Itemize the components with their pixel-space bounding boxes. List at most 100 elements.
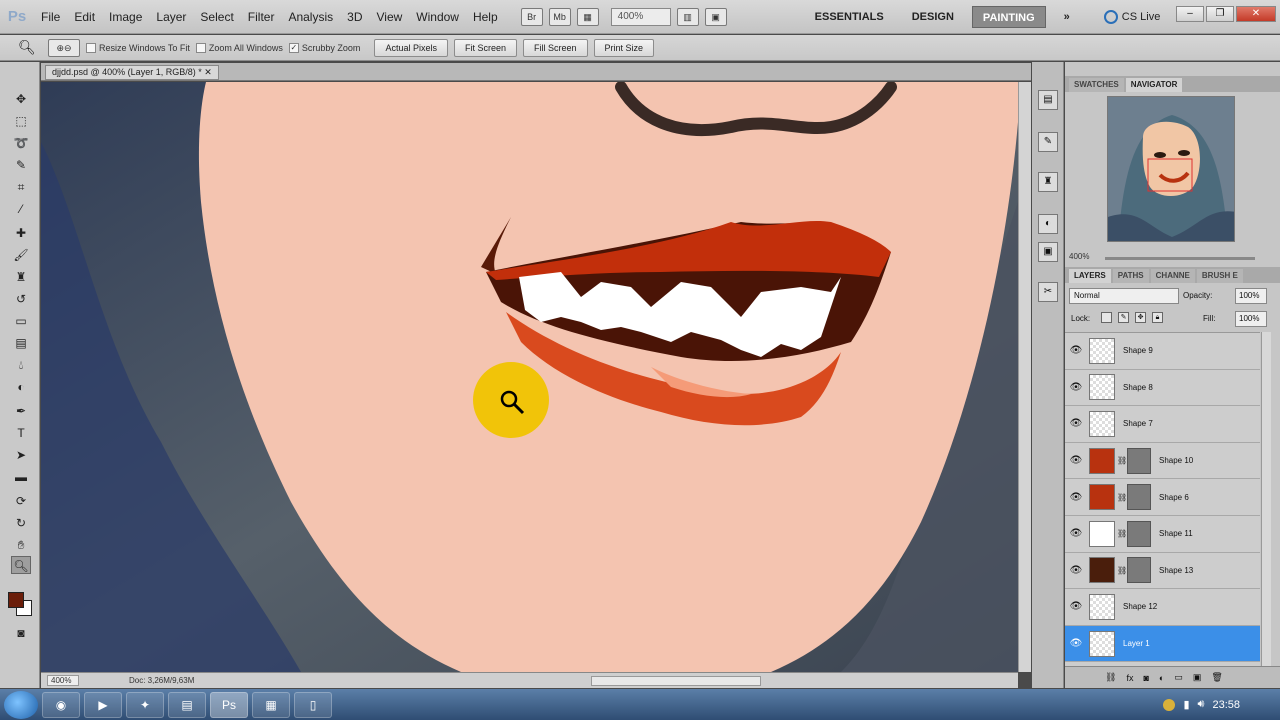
3d-orbit-tool-icon[interactable]: ↻ [11, 514, 31, 532]
brush-tool-icon[interactable]: 🖌︎ [11, 246, 31, 264]
fit-screen-button[interactable]: Fit Screen [453, 38, 517, 57]
mask-link-icon[interactable]: ⛓ [1117, 493, 1127, 502]
path-selection-tool-icon[interactable]: ➤ [11, 446, 31, 464]
view-extras-icon[interactable]: ▦ [576, 7, 599, 26]
zoom-all-checkbox[interactable]: Zoom All Windows [195, 42, 283, 53]
layer-row[interactable]: 👁︎ ⛓ Shape 10 [1065, 443, 1260, 480]
3d-rotate-tool-icon[interactable]: ⟳ [11, 492, 31, 510]
horizontal-scrollbar[interactable] [591, 676, 761, 686]
menu-help[interactable]: Help [466, 10, 505, 24]
layer-row[interactable]: 👁︎ Shape 9 [1065, 333, 1260, 370]
zoom-tool-icon[interactable]: 🔍︎ [11, 556, 31, 574]
start-button[interactable] [4, 690, 38, 719]
folder-taskbar-icon[interactable]: ▤ [168, 691, 206, 718]
taskbar-clock[interactable]: 23:58 [1212, 699, 1240, 711]
layer-row[interactable]: 👁︎ ⛓ Shape 13 [1065, 553, 1260, 590]
resize-windows-checkbox[interactable]: Resize Windows To Fit [86, 42, 190, 53]
vector-mask-thumbnail[interactable] [1127, 484, 1151, 511]
menu-3d[interactable]: 3D [340, 10, 369, 24]
tab-paths[interactable]: PATHS [1112, 269, 1149, 283]
visibility-eye-icon[interactable]: 👁︎ [1065, 418, 1087, 429]
clone-stamp-tool-icon[interactable]: ♜ [11, 268, 31, 286]
visibility-eye-icon[interactable]: 👁︎ [1065, 455, 1087, 466]
video-taskbar-icon[interactable]: ▦ [252, 691, 290, 718]
fill-screen-button[interactable]: Fill Screen [522, 38, 588, 57]
visibility-eye-icon[interactable]: 👁︎ [1065, 638, 1087, 649]
workspace-essentials[interactable]: ESSENTIALS [805, 6, 894, 28]
layer-style-icon[interactable]: fx [1126, 673, 1133, 683]
visibility-eye-icon[interactable]: 👁︎ [1065, 565, 1087, 576]
tool-presets-icon[interactable]: ✂ [1038, 282, 1058, 302]
network-icon[interactable]: ▮ [1183, 698, 1189, 711]
vector-mask-thumbnail[interactable] [1127, 557, 1151, 584]
vector-mask-thumbnail[interactable] [1127, 447, 1151, 474]
menu-select[interactable]: Select [193, 10, 240, 24]
layer-row[interactable]: 👁︎ ⛓ Shape 11 [1065, 516, 1260, 553]
document-taskbar-icon[interactable]: ▯ [294, 691, 332, 718]
print-size-button[interactable]: Print Size [593, 38, 655, 57]
zoom-level-select[interactable]: 400% [610, 7, 671, 26]
vector-mask-thumbnail[interactable] [1127, 520, 1151, 547]
visibility-eye-icon[interactable]: 👁︎ [1065, 601, 1087, 612]
history-brush-tool-icon[interactable]: ↺ [11, 290, 31, 308]
status-zoom[interactable]: 400% [47, 675, 79, 686]
lock-pixels-icon[interactable]: ✎ [1118, 312, 1129, 323]
pen-tool-icon[interactable]: ✒ [11, 402, 31, 420]
type-tool-icon[interactable]: T [11, 424, 31, 442]
volume-icon[interactable]: 🔊︎ [1198, 698, 1205, 711]
fill-input[interactable]: 100% [1235, 311, 1267, 327]
tab-brush[interactable]: BRUSH E [1196, 269, 1243, 283]
menu-analysis[interactable]: Analysis [281, 10, 340, 24]
adjustments-icon[interactable]: ◐ [1038, 214, 1058, 234]
tab-layers[interactable]: LAYERS [1069, 269, 1111, 283]
lock-position-icon[interactable]: ✥ [1135, 312, 1146, 323]
visibility-eye-icon[interactable]: 👁︎ [1065, 492, 1087, 503]
rectangle-tool-icon[interactable]: ▬ [11, 468, 31, 486]
scrubby-zoom-checkbox[interactable]: ✓ Scrubby Zoom [288, 42, 360, 53]
more-workspaces-icon[interactable]: » [1054, 6, 1080, 28]
workspace-design[interactable]: DESIGN [902, 6, 964, 28]
layer-row[interactable]: 👁︎ Layer 1 [1065, 625, 1260, 663]
quick-mask-icon[interactable]: ◙ [11, 624, 31, 642]
vertical-scrollbar[interactable] [1018, 82, 1031, 672]
layers-scrollbar[interactable] [1261, 332, 1271, 666]
chrome-taskbar-icon[interactable]: ◉ [42, 691, 80, 718]
healing-brush-tool-icon[interactable]: ✚ [11, 224, 31, 242]
new-group-icon[interactable]: ▭ [1174, 672, 1183, 683]
menu-filter[interactable]: Filter [241, 10, 282, 24]
restore-icon[interactable]: ❐ [1206, 6, 1234, 22]
brush-presets-icon[interactable]: ✎ [1038, 132, 1058, 152]
marquee-tool-icon[interactable]: ⬚ [11, 112, 31, 130]
close-tab-icon[interactable]: ✕ [204, 67, 212, 77]
screen-mode-icon[interactable]: ▣ [704, 7, 727, 26]
menu-view[interactable]: View [369, 10, 409, 24]
mini-bridge-icon[interactable]: Mb [548, 7, 571, 26]
blur-tool-icon[interactable]: 💧︎ [11, 356, 31, 374]
add-mask-icon[interactable]: ◙ [1143, 673, 1148, 683]
lock-transparency-icon[interactable] [1101, 312, 1112, 323]
menu-file[interactable]: File [34, 10, 67, 24]
close-icon[interactable]: ✕ [1236, 6, 1276, 22]
adjustment-layer-icon[interactable]: ◐ [1159, 673, 1164, 683]
tab-navigator[interactable]: NAVIGATOR [1125, 78, 1183, 92]
foreground-color-swatch[interactable] [8, 592, 24, 608]
blend-mode-select[interactable]: Normal [1069, 288, 1179, 304]
visibility-eye-icon[interactable]: 👁︎ [1065, 345, 1087, 356]
delete-layer-icon[interactable]: 🗑︎ [1211, 672, 1222, 683]
navigator-zoom[interactable]: 400% [1069, 252, 1089, 261]
bridge-icon[interactable]: Br [520, 7, 543, 26]
dodge-tool-icon[interactable]: ◐ [11, 378, 31, 396]
menu-window[interactable]: Window [409, 10, 466, 24]
minimize-icon[interactable]: – [1176, 6, 1204, 22]
zoom-tool-icon[interactable]: 🔍︎ [18, 39, 42, 56]
quick-select-tool-icon[interactable]: ✎ [11, 156, 31, 174]
document-tab[interactable]: djjdd.psd @ 400% (Layer 1, RGB/8) * ✕ [45, 65, 219, 80]
opacity-input[interactable]: 100% [1235, 288, 1267, 304]
crop-tool-icon[interactable]: ⌗ [11, 178, 31, 196]
visibility-eye-icon[interactable]: 👁︎ [1065, 528, 1087, 539]
link-layers-icon[interactable]: ⛓ [1105, 672, 1116, 683]
lock-all-icon[interactable]: 🔒︎ [1152, 312, 1163, 323]
hand-tool-icon[interactable]: ✋︎ [11, 536, 31, 554]
tab-channels[interactable]: CHANNE [1150, 269, 1195, 283]
cs-live-button[interactable]: CS Live [1103, 9, 1160, 24]
